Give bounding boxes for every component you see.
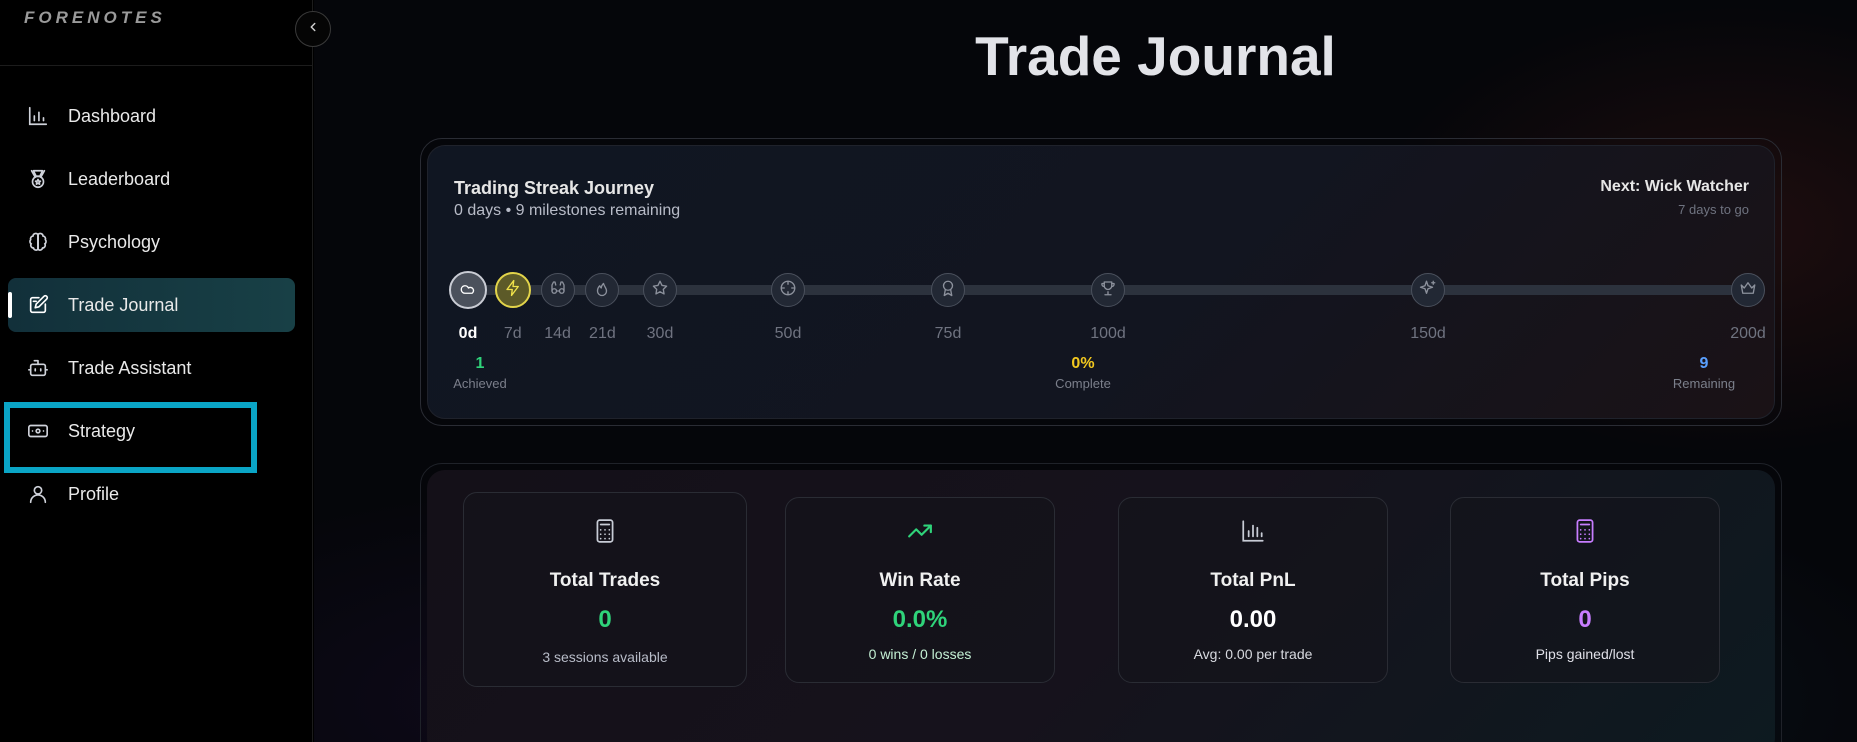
milestone-label: 21d (589, 325, 616, 342)
calculator-icon (591, 517, 619, 545)
stat-complete-caption: Complete (1055, 376, 1111, 391)
milestone-0d[interactable] (449, 271, 487, 309)
milestone-150d[interactable] (1411, 273, 1445, 307)
metric-subtext: Pips gained/lost (1535, 646, 1635, 662)
streak-panel: Trading Streak Journey 0 days • 9 milest… (427, 145, 1775, 419)
bar-chart-icon (1239, 517, 1267, 545)
award-icon (939, 279, 957, 302)
medal-icon (26, 167, 50, 191)
metric-subtext: Avg: 0.00 per trade (1193, 646, 1313, 662)
journal-edit-icon (26, 293, 50, 317)
milestone-label: 150d (1410, 325, 1446, 342)
streak-title: Trading Streak Journey (454, 178, 655, 198)
milestone-label: 50d (774, 325, 802, 342)
sidebar: FORENOTES Dashboard Leaderboard Psycholo… (0, 0, 313, 742)
metric-subtext: 0 wins / 0 losses (868, 646, 972, 662)
sidebar-item-label: Strategy (68, 420, 136, 441)
sidebar-divider (0, 65, 313, 66)
milestone-label: 7d (503, 325, 522, 342)
stat-complete: 0% Complete (1055, 355, 1111, 391)
sidebar-item-label: Leaderboard (68, 168, 171, 189)
metric-total-pnl: Total PnL 0.00 Avg: 0.00 per trade (1118, 497, 1388, 683)
cloud-icon (459, 279, 477, 302)
sidebar-item-label: Dashboard (68, 105, 157, 126)
next-milestone-subtitle: 7 days to go (1678, 202, 1749, 217)
metric-label: Win Rate (879, 570, 961, 591)
sidebar-collapse-button[interactable] (295, 11, 331, 47)
metric-label: Total Trades (549, 570, 661, 591)
trending-up-icon (906, 517, 934, 545)
milestone-30d[interactable] (643, 273, 677, 307)
bar-chart-icon (26, 104, 50, 128)
lightning-icon (504, 279, 522, 302)
milestone-label: 100d (1090, 325, 1126, 342)
bot-icon (26, 356, 50, 380)
stat-remaining: 9 Remaining (1673, 355, 1735, 391)
page-title: Trade Journal (975, 25, 1336, 87)
stat-remaining-caption: Remaining (1672, 376, 1736, 391)
metric-value: 0.00 (1229, 606, 1277, 633)
metric-subtext: 3 sessions available (542, 649, 668, 665)
calculator-icon (1571, 517, 1599, 545)
milestone-label: 30d (646, 325, 674, 342)
metric-value: 0 (598, 606, 612, 633)
crosshair-icon (779, 279, 797, 302)
flame-icon (593, 279, 611, 302)
metric-total-pips: Total Pips 0 Pips gained/lost (1450, 497, 1720, 683)
stat-achieved-caption: Achieved (453, 376, 507, 391)
stat-remaining-value: 9 (1699, 355, 1709, 372)
sidebar-item-leaderboard[interactable]: Leaderboard (8, 152, 295, 206)
streak-subtitle: 0 days • 9 milestones remaining (454, 202, 681, 219)
stat-achieved: 1 Achieved (453, 355, 506, 391)
next-milestone-title: Next: Wick Watcher (1600, 178, 1749, 195)
banknote-icon (26, 419, 50, 443)
sidebar-item-trade-assistant[interactable]: Trade Assistant (8, 341, 295, 395)
stats-panel: Total Trades 0 3 sessions available Win … (427, 470, 1775, 742)
crown-icon (1739, 279, 1757, 302)
milestone-label: 200d (1730, 325, 1766, 342)
chevron-left-icon (306, 20, 320, 39)
brain-icon (26, 230, 50, 254)
sparkles-icon (1419, 279, 1437, 302)
milestone-200d[interactable] (1731, 273, 1765, 307)
milestone-14d[interactable] (540, 273, 575, 307)
sidebar-item-label: Trade Journal (68, 294, 179, 315)
metric-total-trades: Total Trades 0 3 sessions available (463, 492, 747, 687)
milestone-21d[interactable] (585, 273, 620, 307)
sidebar-item-label: Trade Assistant (68, 357, 192, 378)
trophy-icon (1099, 279, 1117, 302)
sidebar-item-strategy[interactable]: Strategy (8, 404, 295, 458)
stat-complete-value: 0% (1071, 355, 1095, 372)
metric-label: Total Pips (1540, 570, 1630, 591)
sidebar-item-dashboard[interactable]: Dashboard (8, 89, 295, 143)
sidebar-item-label: Profile (68, 483, 120, 504)
app-logo[interactable]: FORENOTES (24, 8, 166, 28)
milestone-7d[interactable] (494, 272, 531, 308)
sidebar-item-trade-journal[interactable]: Trade Journal (8, 278, 295, 332)
milestone-label: 0d (458, 325, 478, 342)
star-icon (651, 279, 669, 302)
sidebar-item-profile[interactable]: Profile (8, 467, 295, 521)
metric-win-rate: Win Rate 0.0% 0 wins / 0 losses (785, 497, 1055, 683)
main-content: Trade Journal Trading Streak Journey 0 d… (314, 0, 1857, 742)
milestone-label: 75d (934, 325, 962, 342)
streak-card: Trading Streak Journey 0 days • 9 milest… (420, 138, 1782, 426)
milestone-50d[interactable] (771, 273, 805, 307)
milestone-100d[interactable] (1091, 273, 1125, 307)
metric-value: 0.0% (892, 606, 948, 633)
sidebar-item-psychology[interactable]: Psychology (8, 215, 295, 269)
milestone-75d[interactable] (931, 273, 965, 307)
stat-achieved-value: 1 (475, 355, 485, 372)
milestone-label: 14d (544, 325, 571, 342)
sidebar-nav: Dashboard Leaderboard Psychology Trade J… (8, 89, 295, 530)
user-icon (26, 482, 50, 506)
metric-label: Total PnL (1210, 570, 1296, 591)
binoculars-icon (549, 279, 567, 302)
stats-card: Total Trades 0 3 sessions available Win … (420, 463, 1782, 742)
sidebar-item-label: Psychology (68, 231, 161, 252)
metric-value: 0 (1578, 606, 1592, 633)
